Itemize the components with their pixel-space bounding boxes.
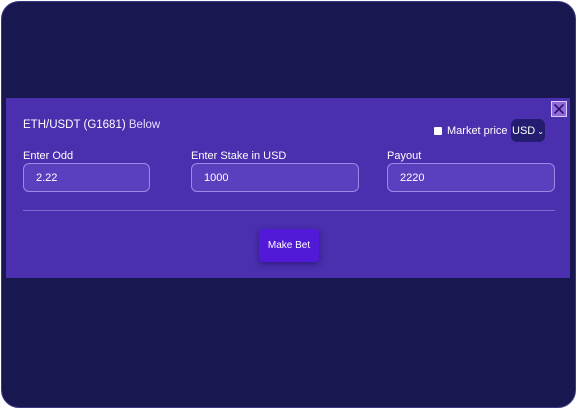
- currency-value: USD: [512, 124, 536, 137]
- odd-label: Enter Odd: [23, 150, 74, 162]
- modal-title: ETH/USDT (G1681) Below: [23, 119, 160, 131]
- market-price-checkbox[interactable]: [434, 127, 442, 135]
- odd-input[interactable]: 2.22: [23, 163, 150, 192]
- close-icon: [553, 103, 565, 115]
- odd-value: 2.22: [36, 171, 58, 184]
- chevron-down-icon: ⌄: [537, 126, 544, 136]
- make-bet-button[interactable]: Make Bet: [259, 229, 319, 262]
- stake-input[interactable]: 1000: [191, 163, 359, 192]
- stake-label: Enter Stake in USD: [191, 150, 287, 162]
- bet-direction: Below: [128, 119, 161, 131]
- stake-value: 1000: [204, 171, 229, 184]
- make-bet-label: Make Bet: [267, 240, 311, 251]
- payout-value: 2220: [400, 171, 425, 184]
- divider: [23, 210, 555, 211]
- market-price-toggle[interactable]: Market price: [434, 124, 508, 138]
- payout-field: 2220: [387, 163, 555, 192]
- close-button[interactable]: [551, 101, 567, 117]
- market-price-label: Market price: [447, 125, 508, 137]
- payout-label: Payout: [387, 150, 422, 162]
- pair-name: ETH/USDT (G1681): [23, 119, 126, 131]
- currency-select[interactable]: USD ⌄: [511, 119, 545, 142]
